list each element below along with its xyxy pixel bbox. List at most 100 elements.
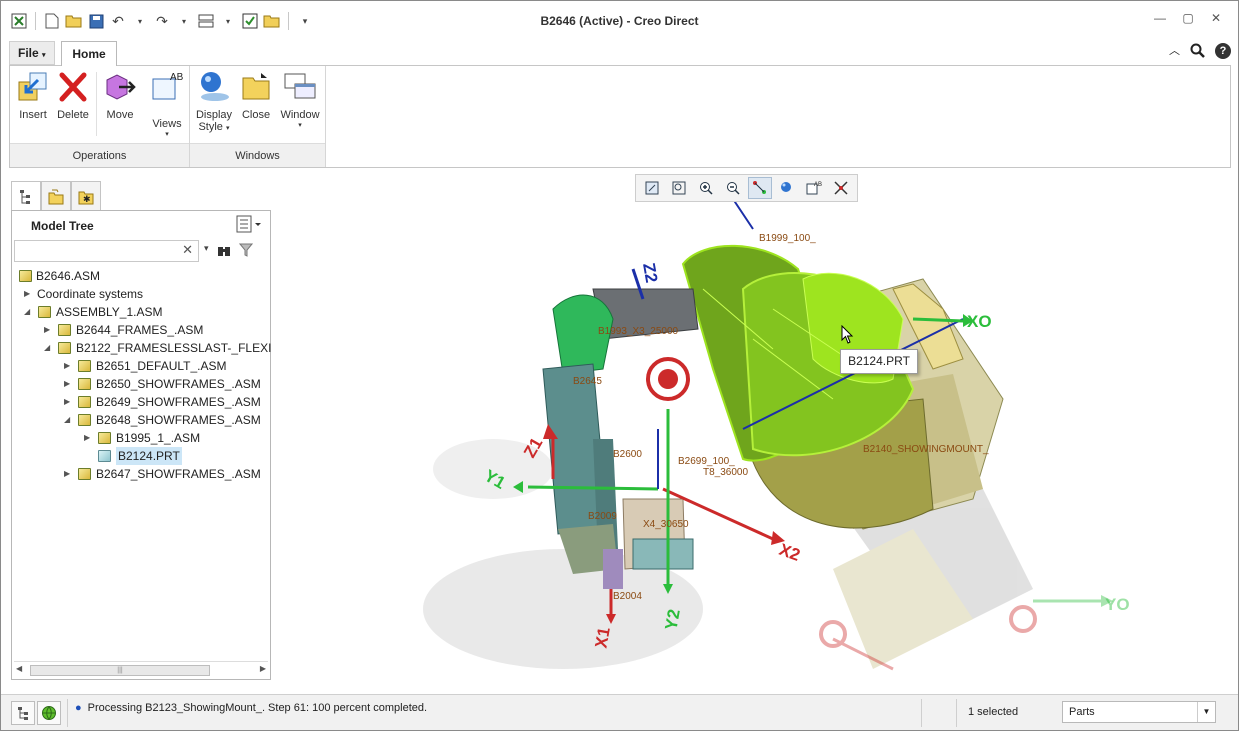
tab-folder-browser[interactable]: [41, 181, 71, 211]
tree-node-label: B2649_SHOWFRAMES_.ASM: [96, 395, 261, 409]
selection-count: 1 selected: [968, 706, 1019, 718]
expand-icon[interactable]: ▶: [64, 465, 74, 483]
model-tree-panel: Model Tree ✕ ▾ B2646.ASM ▶ Coordinate syst…: [11, 210, 271, 680]
axis-label-xo: XO: [967, 312, 992, 331]
tree-node[interactable]: ▶ B2650_SHOWFRAMES_.ASM: [12, 375, 270, 393]
help-icon[interactable]: ?: [1215, 43, 1231, 59]
tree-node[interactable]: ◢ B2122_FRAMESLESSLAST-_FLEXI: [12, 339, 271, 357]
views-button[interactable]: AB Views ▾: [146, 70, 188, 138]
svg-text:AB: AB: [170, 72, 184, 83]
search-options-dropdown-icon[interactable]: ▾: [204, 243, 209, 260]
move-button[interactable]: Move: [100, 70, 140, 121]
insert-icon: [18, 72, 47, 101]
window-button[interactable]: Window ▾: [278, 70, 322, 129]
expand-icon[interactable]: ▶: [24, 285, 34, 303]
delete-button[interactable]: Delete: [54, 70, 92, 121]
tree-node[interactable]: ▶ Coordinate systems: [12, 285, 270, 303]
model-tree-icon: [20, 189, 30, 204]
toggle-browser-button[interactable]: [37, 701, 61, 725]
tree-settings-button[interactable]: [236, 215, 264, 236]
svg-text:✱: ✱: [83, 194, 91, 204]
tree-node[interactable]: ▶ B2644_FRAMES_.ASM: [12, 321, 270, 339]
tree-node[interactable]: ▶ B2647_SHOWFRAMES_.ASM: [12, 465, 270, 483]
views-icon: AB: [152, 72, 184, 100]
expand-icon[interactable]: ▶: [64, 375, 74, 393]
display-style-icon: [201, 72, 229, 101]
label-b2699: B2699_100_: [678, 456, 735, 467]
minimize-icon[interactable]: —: [1152, 11, 1168, 27]
close-window-button[interactable]: Close: [238, 70, 274, 121]
window-close-icon[interactable]: ✕: [1208, 11, 1224, 27]
zoom-window-icon[interactable]: [667, 177, 691, 199]
ribbon-right-tools: ︿ ?: [1169, 43, 1231, 62]
scroll-left-icon[interactable]: ◀: [16, 664, 22, 673]
scroll-thumb[interactable]: |||: [30, 665, 210, 676]
maximize-icon[interactable]: ▢: [1180, 11, 1196, 27]
tree-node-label: B2651_DEFAULT_.ASM: [96, 359, 227, 373]
scroll-right-icon[interactable]: ▶: [260, 664, 266, 673]
tree-node[interactable]: ◢ ASSEMBLY_1.ASM: [12, 303, 270, 321]
expand-icon[interactable]: ▶: [84, 429, 94, 447]
tree-filter-icon[interactable]: [238, 243, 253, 260]
tab-file[interactable]: File ▾: [9, 41, 55, 65]
tree-settings-icon: [236, 215, 261, 233]
selection-filter-select[interactable]: Parts ▼: [1062, 701, 1216, 723]
window-controls: — ▢ ✕: [1152, 11, 1224, 27]
graphics-viewport[interactable]: XO Y1 X2 X1 Y2 Z2 Z1 YO B1999_100_ B2600…: [273, 169, 1237, 691]
svg-text:AB: AB: [814, 182, 822, 188]
collapse-ribbon-icon[interactable]: ︿: [1169, 43, 1180, 62]
label-b2645: B2645: [573, 376, 602, 387]
tree-node[interactable]: ▶ B1995_1_.ASM: [12, 429, 270, 447]
axis-label-z2: Z2: [639, 261, 661, 284]
collapse-icon[interactable]: ◢: [24, 303, 34, 321]
label-b2004: B2004: [613, 591, 642, 602]
search-icon[interactable]: [1190, 43, 1205, 62]
tree-horizontal-scrollbar[interactable]: ◀ ||| ▶: [14, 661, 268, 677]
tab-model-tree[interactable]: [11, 181, 41, 211]
tab-favorites[interactable]: ✱: [71, 181, 101, 211]
ribbon-tab-bar: File ▾ Home ︿ ?: [9, 41, 1231, 66]
datum-display-icon[interactable]: [748, 177, 772, 199]
expand-icon[interactable]: ▶: [64, 393, 74, 411]
annotation-display-icon[interactable]: AB: [802, 177, 826, 199]
tab-home[interactable]: Home: [61, 41, 117, 66]
windows-group: Display Style ▾ Close Window ▾ Windows: [190, 66, 326, 167]
clear-search-icon[interactable]: ✕: [182, 242, 193, 258]
spin-center-icon[interactable]: [829, 177, 853, 199]
collapse-icon[interactable]: ◢: [44, 339, 54, 357]
toggle-navigator-button[interactable]: [11, 701, 35, 725]
window-title: B2646 (Active) - Creo Direct: [540, 14, 699, 28]
tree-search-input[interactable]: [15, 241, 175, 261]
delete-icon: [59, 72, 87, 102]
tree-node-label: B2650_SHOWFRAMES_.ASM: [96, 377, 261, 391]
tree-node[interactable]: B2646.ASM: [12, 267, 270, 285]
assembly-icon: [58, 324, 71, 336]
display-style-icon[interactable]: [775, 177, 799, 199]
tree-node-label: B2646.ASM: [36, 269, 101, 283]
find-binoculars-icon[interactable]: [217, 243, 231, 260]
tree-node[interactable]: ◢ B2648_SHOWFRAMES_.ASM: [12, 411, 270, 429]
zoom-out-icon[interactable]: [721, 177, 745, 199]
tree-node[interactable]: ▶ B2649_SHOWFRAMES_.ASM: [12, 393, 270, 411]
assembly-icon: [58, 342, 71, 354]
expand-icon[interactable]: ▶: [44, 321, 54, 339]
axis-label-yo-faded: YO: [1105, 595, 1130, 614]
folder-browser-icon: [48, 189, 64, 204]
assembly-icon: [78, 396, 91, 408]
collapse-icon[interactable]: ◢: [64, 411, 74, 429]
tree-search-box: ✕: [14, 240, 199, 262]
insert-button[interactable]: Insert: [14, 70, 52, 121]
display-style-button[interactable]: Display Style ▾: [192, 70, 236, 133]
tree-node[interactable]: B2124.PRT: [12, 447, 270, 465]
axis-label-x1: X1: [591, 626, 613, 650]
model-tree: B2646.ASM ▶ Coordinate systems ◢ ASSEMBLY_1.…: [12, 267, 271, 483]
zoom-in-icon[interactable]: [694, 177, 718, 199]
refit-icon[interactable]: [640, 177, 664, 199]
label-b1993: B1993_X3_25000: [598, 326, 679, 337]
expand-icon[interactable]: ▶: [64, 357, 74, 375]
filter-dropdown-icon[interactable]: ▼: [1197, 702, 1215, 722]
favorites-icon: ✱: [78, 191, 94, 204]
operations-group-label: Operations: [10, 143, 189, 167]
assembly-icon: [78, 468, 91, 480]
tree-node[interactable]: ▶ B2651_DEFAULT_.ASM: [12, 357, 270, 375]
